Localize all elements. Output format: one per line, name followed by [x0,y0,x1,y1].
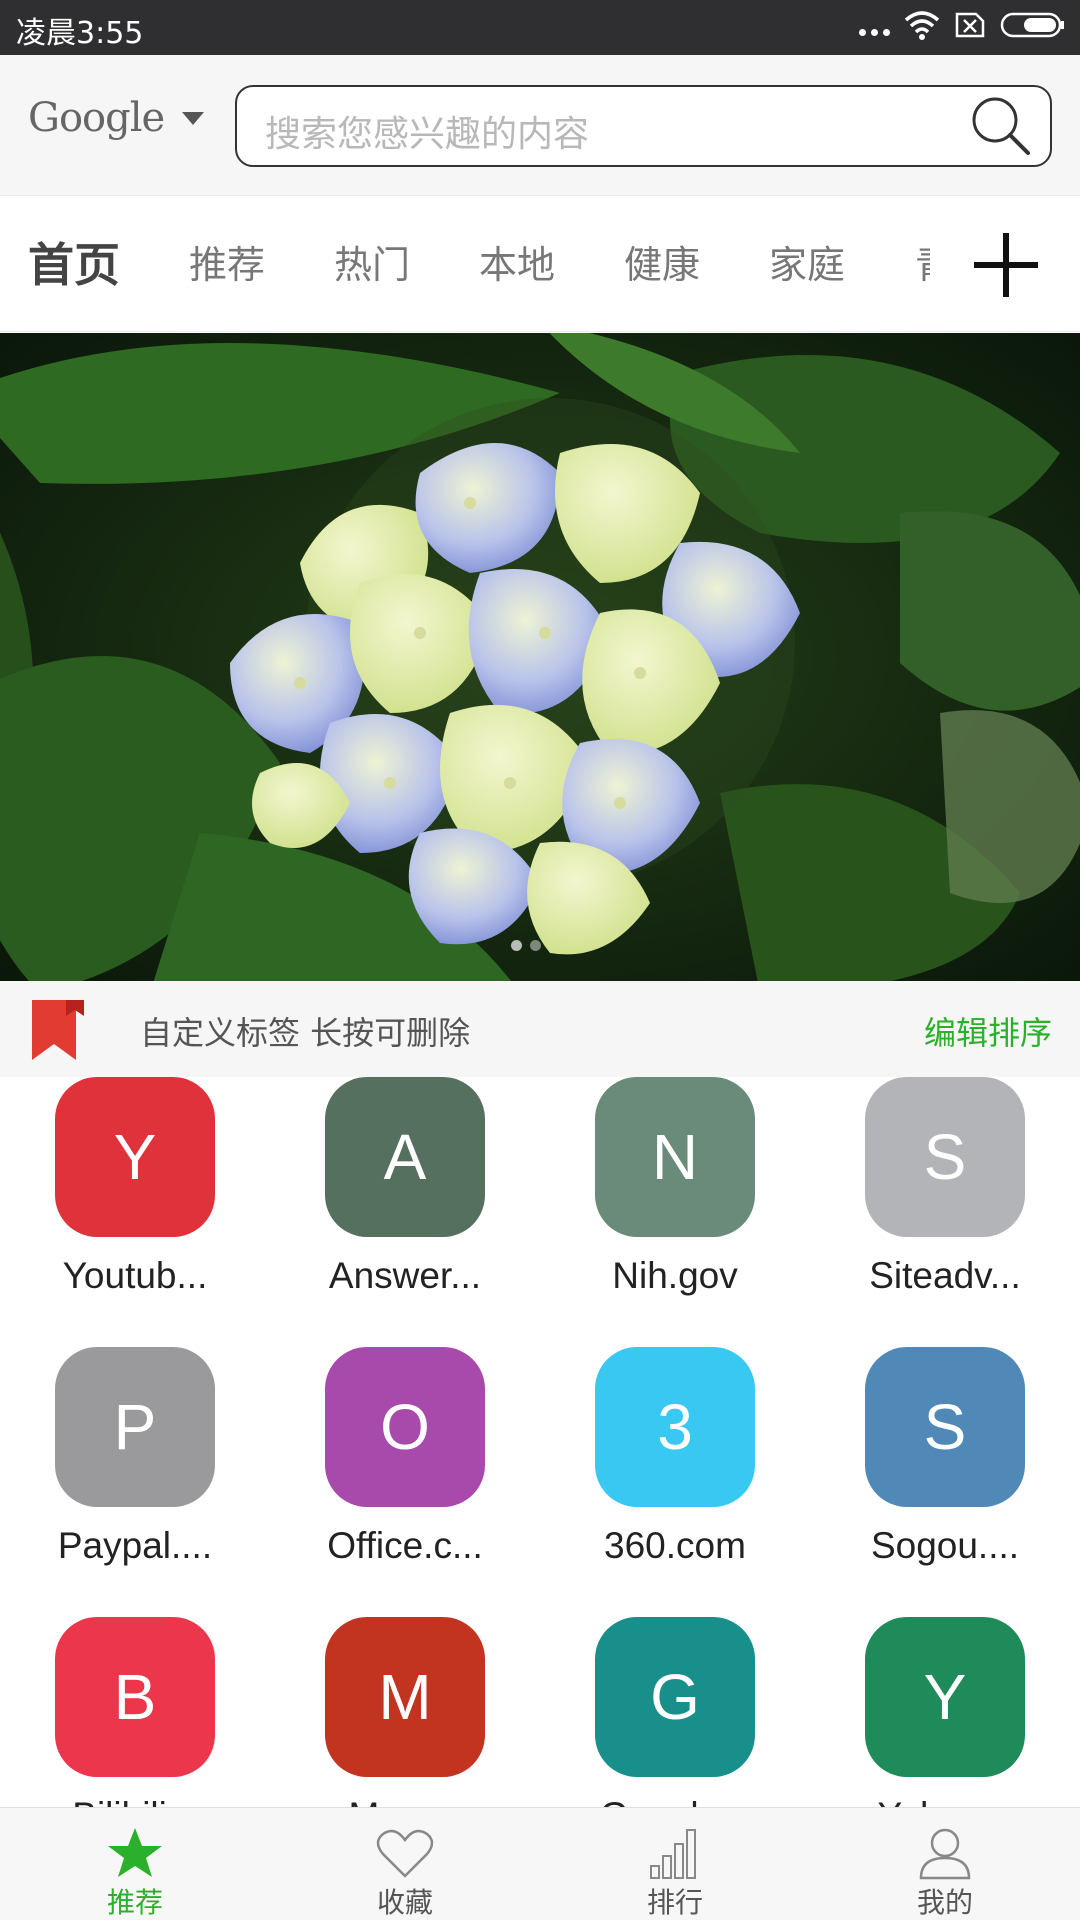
site-shortcut[interactable]: P Paypal.... [0,1347,220,1617]
tab-health[interactable]: 健康 [624,234,700,289]
search-input[interactable]: 搜索您感兴趣的内容 [235,85,1052,167]
bookmark-icon [32,1000,84,1060]
site-name: Sogou.... [870,1525,1020,1566]
site-name: Office.c... [327,1525,483,1566]
site-shortcut[interactable]: Y Yahoo... [810,1617,1030,1807]
chevron-down-icon [182,111,205,125]
nav-favorites[interactable]: 收藏 [270,1808,540,1920]
site-shortcut[interactable]: Y Youtub... [0,1077,220,1347]
site-name: Answer... [328,1255,482,1296]
star-icon [108,1828,162,1877]
site-shortcut[interactable]: O Office.c... [270,1347,490,1617]
wifi-icon [904,11,940,40]
nav-label: 收藏 [376,1886,433,1919]
site-tile: M [325,1617,485,1777]
banner-carousel[interactable] [0,333,1080,981]
add-tab-icon[interactable] [970,229,1042,301]
nav-label: 排行 [646,1886,703,1919]
sim-missing-icon [955,12,985,38]
nav-profile[interactable]: 我的 [810,1808,1080,1920]
search-icon[interactable] [968,93,1034,159]
site-shortcut[interactable]: 3 360.com [540,1347,760,1617]
status-bar: 凌晨3:55 [0,0,1080,55]
site-tile: Y [55,1077,215,1237]
tab-partial[interactable]: 青 [915,234,931,284]
app-screen: 凌晨3:55 Google 搜索您感兴趣的内容 首页 推荐 热门 本地 健康 家… [0,0,1080,1920]
tab-family[interactable]: 家庭 [769,234,845,289]
site-shortcut[interactable]: G Google... [540,1617,760,1807]
carousel-dot[interactable] [511,940,522,951]
site-shortcut[interactable]: B Bilibili... [0,1617,220,1807]
nav-label: 推荐 [106,1886,163,1919]
nav-ranking[interactable]: 排行 [540,1808,810,1920]
tab-home[interactable]: 首页 [28,229,120,295]
status-time: 凌晨3:55 [16,16,144,51]
edit-sort-button[interactable]: 编辑排序 [924,1008,1052,1054]
site-name: Youtub... [62,1255,208,1296]
search-header: Google 搜索您感兴趣的内容 [0,55,1080,195]
site-tile: B [55,1617,215,1777]
hydrangea-photo [0,333,1080,981]
site-tile: 3 [595,1347,755,1507]
search-engine-label: Google [28,95,165,141]
site-name: Bilibili... [0,1795,270,1807]
site-tile: S [865,1347,1025,1507]
site-tile: S [865,1077,1025,1237]
site-grid: Y Youtub... A Answer... N Nih.gov S Site… [0,1077,1080,1807]
nav-label: 我的 [916,1886,973,1919]
user-icon [919,1828,971,1880]
site-shortcut[interactable]: S Siteadv... [810,1077,1030,1347]
site-shortcut[interactable]: N Nih.gov [540,1077,760,1347]
carousel-indicator[interactable] [511,940,541,951]
search-engine-selector[interactable]: Google [28,95,205,141]
heart-icon [376,1829,434,1878]
bookmark-hint: 自定义标签 长按可删除 [140,1014,471,1052]
site-tile: G [595,1617,755,1777]
more-dots-icon [859,28,890,36]
site-shortcut[interactable]: A Answer... [270,1077,490,1347]
status-icons [859,10,1066,40]
site-shortcut[interactable]: M Mom... [270,1617,490,1807]
site-tile: O [325,1347,485,1507]
site-name: Mom... [270,1795,540,1807]
battery-icon [1000,12,1064,38]
tab-local[interactable]: 本地 [479,234,555,289]
bookmark-header: 自定义标签 长按可删除 编辑排序 [0,981,1080,1077]
bottom-nav: 推荐 收藏 排行 我的 [0,1807,1080,1920]
site-name: Google... [540,1795,810,1807]
site-name: Paypal.... [57,1525,213,1566]
site-name: 360.com [604,1525,746,1566]
site-name: Nih.gov [612,1255,738,1296]
carousel-dot[interactable] [530,940,541,951]
search-placeholder: 搜索您感兴趣的内容 [265,114,590,155]
nav-recommend[interactable]: 推荐 [0,1808,270,1920]
tab-recommend[interactable]: 推荐 [189,234,265,289]
site-tile: P [55,1347,215,1507]
site-shortcut[interactable]: S Sogou.... [810,1347,1030,1617]
site-tile: A [325,1077,485,1237]
category-tabs: 首页 推荐 热门 本地 健康 家庭 青 [0,195,1080,332]
site-name: Siteadv... [869,1255,1021,1296]
site-tile: N [595,1077,755,1237]
site-tile: Y [865,1617,1025,1777]
bar-chart-icon [650,1829,696,1879]
tab-hot[interactable]: 热门 [334,234,410,289]
site-name: Yahoo... [810,1795,1080,1807]
